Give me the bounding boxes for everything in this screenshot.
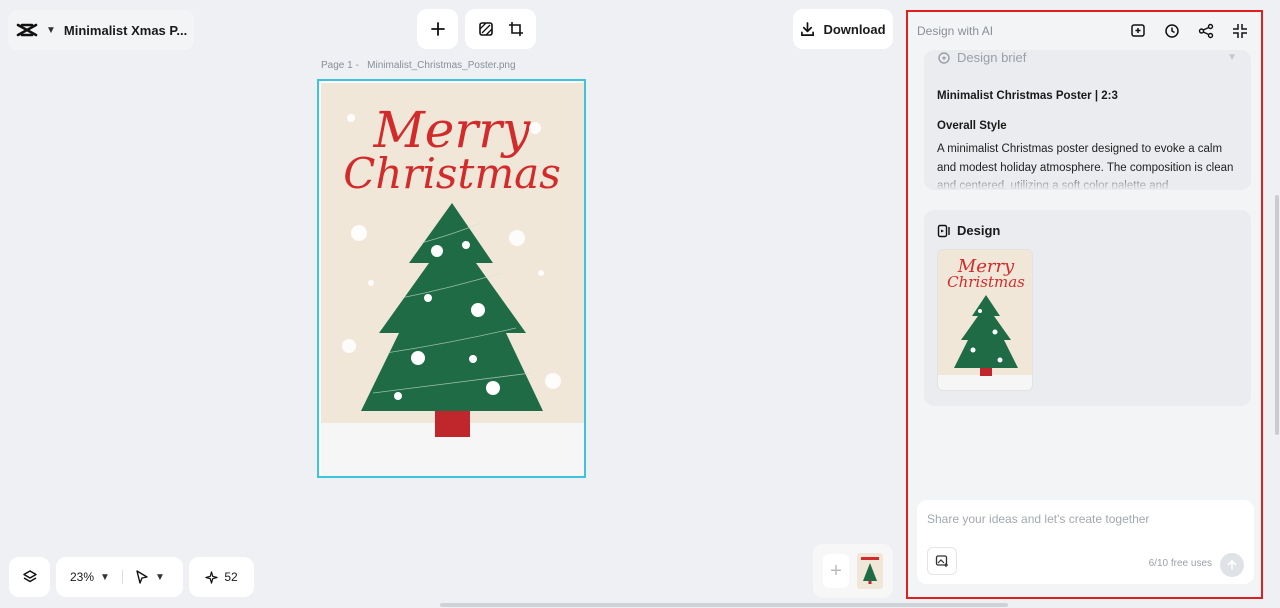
page-file-name[interactable]: Minimalist_Christmas_Poster.png (367, 60, 515, 71)
design-brief-title: Design brief (957, 50, 1027, 65)
download-icon (801, 21, 815, 36)
download-button[interactable]: Download (793, 9, 893, 49)
pointer-chevron-down-icon[interactable]: ▼ (155, 572, 165, 583)
pointer-icon[interactable] (135, 570, 149, 584)
design-brief-card[interactable]: Design brief ▼ Minimalist Christmas Post… (924, 50, 1251, 190)
plus-icon: + (830, 559, 842, 582)
brief-chevron-down-icon[interactable]: ▼ (1227, 52, 1237, 63)
sparkle-icon (205, 570, 218, 584)
vertical-scrollbar[interactable] (1275, 195, 1279, 435)
thumb-title-line2: Christmas (947, 273, 1025, 291)
plus-icon (430, 22, 445, 36)
background-icon[interactable] (478, 21, 494, 37)
collapse-icon[interactable] (1231, 22, 1249, 40)
canvas-tools (465, 9, 536, 49)
chevron-down-icon[interactable]: ▼ (46, 25, 56, 36)
credits-count: 52 (224, 570, 238, 584)
page-thumbnail[interactable] (857, 553, 883, 589)
add-button[interactable] (417, 9, 458, 49)
upload-image-button[interactable] (927, 547, 957, 575)
arrow-up-icon (1227, 560, 1237, 570)
layers-icon (22, 570, 37, 583)
add-page-button[interactable]: + (823, 554, 849, 588)
new-chat-icon[interactable] (1129, 22, 1147, 40)
prompt-input[interactable] (927, 512, 1237, 526)
zoom-level[interactable]: 23% (70, 570, 94, 584)
design-result-card: Design Merry Christmas (924, 210, 1251, 406)
poster-artwork[interactable]: Merry Christmas (321, 83, 584, 423)
design-brief-header: Design brief (937, 50, 1026, 65)
zoom-chevron-down-icon[interactable]: ▼ (100, 572, 110, 583)
image-add-icon (935, 555, 948, 567)
page-label: Page 1 - Minimalist_Christmas_Poster.png (321, 60, 516, 71)
canvas-selection[interactable]: Merry Christmas (317, 79, 586, 478)
poster-title-line2: Christmas (343, 149, 561, 198)
send-button[interactable] (1220, 553, 1244, 577)
project-switcher[interactable]: ▼ Minimalist Xmas P... (8, 10, 194, 50)
design-result-title: Design (957, 223, 1001, 238)
project-title[interactable]: Minimalist Xmas P... (64, 23, 187, 38)
credits-button[interactable]: 52 (189, 557, 254, 597)
download-label: Download (823, 21, 886, 37)
poster-ground (321, 423, 584, 476)
design-ai-panel: Design with AI Design brief ▼ Minimalist… (906, 10, 1263, 599)
brief-style-heading: Overall Style (937, 120, 1007, 132)
panel-title: Design with AI (917, 24, 994, 38)
divider (121, 570, 123, 584)
free-uses-counter: 6/10 free uses (1148, 558, 1212, 569)
design-thumbnail[interactable]: Merry Christmas (937, 249, 1033, 391)
panel-header: Design with AI (908, 12, 1261, 50)
page-number: Page 1 - (321, 60, 359, 71)
horizontal-scrollbar[interactable] (440, 603, 1008, 607)
history-icon[interactable] (1163, 22, 1181, 40)
brief-fade (924, 172, 1251, 190)
tree-trunk (435, 411, 470, 423)
poster-illustration: Merry Christmas (342, 101, 561, 423)
prompt-box: 6/10 free uses (917, 500, 1254, 584)
layers-button[interactable] (9, 557, 50, 597)
capcut-logo-icon (16, 23, 38, 37)
design-result-header: Design (937, 223, 1000, 238)
panel-header-actions (1129, 22, 1249, 40)
page-thumbnails: + (813, 544, 893, 598)
share-icon[interactable] (1197, 22, 1215, 40)
design-icon (937, 224, 950, 237)
resize-icon[interactable] (508, 21, 524, 37)
zoom-controls: 23% ▼ ▼ (56, 557, 183, 597)
brief-subtitle: Minimalist Christmas Poster | 2:3 (937, 90, 1118, 102)
brief-icon (938, 51, 950, 64)
